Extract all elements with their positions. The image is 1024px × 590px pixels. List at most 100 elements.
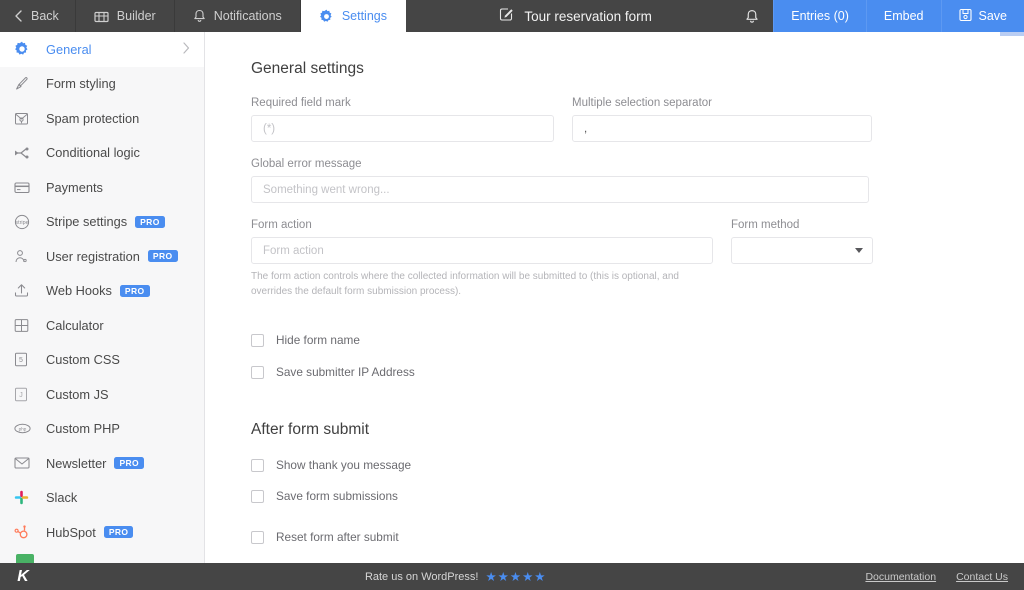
slack-icon <box>14 488 36 508</box>
checkbox-hide-form-name[interactable]: Hide form name <box>251 333 979 347</box>
sidebar-item-label: Calculator <box>46 317 104 333</box>
sidebar-item-label: HubSpot <box>46 524 96 540</box>
checkbox-reset-form-after-submit[interactable]: Reset form after submit <box>251 530 979 544</box>
star-rating[interactable]: ★★★★★ <box>485 569 546 584</box>
embed-button[interactable]: Embed <box>865 0 941 32</box>
tab-notifications-label: Notifications <box>213 9 282 23</box>
sidebar-item-label: Form styling <box>46 76 116 92</box>
checkbox-save-submitter-ip[interactable]: Save submitter IP Address <box>251 365 979 379</box>
notifications-bell-button[interactable] <box>745 0 773 32</box>
tab-builder-label: Builder <box>116 9 156 23</box>
php-icon: php <box>14 419 36 439</box>
sidebar-item-stripe-settings[interactable]: stripe Stripe settings PRO <box>0 205 204 240</box>
checkbox-label: Reset form after submit <box>276 530 399 544</box>
gear-icon <box>14 39 36 59</box>
sidebar-item-hubspot[interactable]: HubSpot PRO <box>0 515 204 550</box>
checkbox-save-form-submissions[interactable]: Save form submissions <box>251 489 979 503</box>
settings-sidebar: General Form styling Spam protection Con… <box>0 32 205 563</box>
sidebar-item-custom-php[interactable]: php Custom PHP <box>0 412 204 447</box>
checkbox-box[interactable] <box>251 530 264 544</box>
sidebar-item-general[interactable]: General <box>0 32 204 67</box>
sidebar-item-label: Stripe settings <box>46 214 128 230</box>
hubspot-icon <box>14 522 36 542</box>
edit-pencil-icon[interactable] <box>499 7 514 25</box>
credit-card-icon <box>14 177 36 197</box>
save-button[interactable]: Save <box>940 0 1024 32</box>
sidebar-item-label: Custom CSS <box>46 352 120 368</box>
field-label: Global error message <box>251 158 362 170</box>
form-action-input[interactable] <box>251 237 713 264</box>
contact-us-link[interactable]: Contact Us <box>956 571 1008 583</box>
sidebar-item-conditional-logic[interactable]: Conditional logic <box>0 136 204 171</box>
form-action-help-text: The form action controls where the colle… <box>251 271 679 297</box>
sidebar-item-web-hooks[interactable]: Web Hooks PRO <box>0 274 204 309</box>
sidebar-item-label: Newsletter <box>46 455 107 471</box>
field-label: Required field mark <box>251 97 351 109</box>
css-icon: 5 <box>14 350 36 370</box>
js-icon: J <box>14 384 36 404</box>
chevron-left-icon <box>14 10 23 22</box>
sidebar-item-label: Payments <box>46 179 103 195</box>
checkbox-label: Save form submissions <box>276 489 398 503</box>
checkbox-box[interactable] <box>251 458 264 472</box>
upload-icon <box>14 281 36 301</box>
documentation-link[interactable]: Documentation <box>865 571 936 583</box>
stripe-icon: stripe <box>14 212 36 232</box>
checkbox-box[interactable] <box>251 333 264 347</box>
sidebar-item-user-registration[interactable]: User registration PRO <box>0 239 204 274</box>
sidebar-item-newsletter[interactable]: Newsletter PRO <box>0 446 204 481</box>
sidebar-item-form-styling[interactable]: Form styling <box>0 67 204 102</box>
gear-icon <box>319 9 334 24</box>
sidebar-item-label: Custom JS <box>46 386 109 402</box>
rate-us-text: Rate us on WordPress! <box>364 570 479 583</box>
tab-notifications[interactable]: Notifications <box>175 0 301 32</box>
form-method-select[interactable] <box>731 237 873 264</box>
required-field-mark-input[interactable] <box>251 115 554 142</box>
field-label: Multiple selection separator <box>572 97 712 109</box>
svg-text:php: php <box>19 427 27 432</box>
form-title-area: Tour reservation form <box>406 0 745 32</box>
sidebar-item-partial[interactable] <box>16 553 34 563</box>
user-icon <box>14 246 36 266</box>
field-form-method: Form method <box>731 219 873 299</box>
sidebar-item-label: Web Hooks <box>46 283 112 299</box>
settings-content-panel: General settings Required field mark Mul… <box>206 32 1024 563</box>
field-global-error-message: Global error message <box>251 158 869 203</box>
sidebar-item-calculator[interactable]: Calculator <box>0 308 204 343</box>
page-title: General settings <box>251 60 364 77</box>
checkbox-box[interactable] <box>251 365 264 379</box>
bell-icon <box>193 9 206 23</box>
field-form-action: Form action The form action controls whe… <box>251 219 713 299</box>
field-row-2: Form action The form action controls whe… <box>251 219 979 315</box>
sidebar-item-custom-css[interactable]: 5 Custom CSS <box>0 343 204 378</box>
footer-links: Documentation Contact Us <box>865 571 1024 583</box>
checkbox-show-thank-you[interactable]: Show thank you message <box>251 458 979 472</box>
pro-badge: PRO <box>114 457 145 470</box>
calculator-icon <box>14 315 36 335</box>
sidebar-item-slack[interactable]: Slack <box>0 481 204 516</box>
footer-bar: K Rate us on WordPress! ★★★★★ Documentat… <box>0 563 1024 590</box>
tab-builder[interactable]: Builder <box>76 0 175 32</box>
sidebar-item-custom-js[interactable]: J Custom JS <box>0 377 204 412</box>
after-form-submit-heading: After form submit <box>251 421 369 438</box>
spam-shield-icon <box>14 108 36 128</box>
builder-icon <box>94 10 109 23</box>
back-button[interactable]: Back <box>0 0 76 32</box>
entries-button[interactable]: Entries (0) <box>773 0 866 32</box>
save-label: Save <box>978 9 1008 23</box>
branch-icon <box>14 143 36 163</box>
svg-text:stripe: stripe <box>15 220 28 226</box>
pro-badge: PRO <box>103 526 134 539</box>
sidebar-item-spam-protection[interactable]: Spam protection <box>0 101 204 136</box>
svg-text:J: J <box>19 392 23 399</box>
checkbox-label: Save submitter IP Address <box>276 365 415 379</box>
multiple-selection-separator-input[interactable] <box>572 115 872 142</box>
pro-badge: PRO <box>147 250 178 263</box>
kali-forms-logo: K <box>17 567 29 585</box>
checkbox-box[interactable] <box>251 489 264 503</box>
tab-settings[interactable]: Settings <box>300 0 406 32</box>
sidebar-item-payments[interactable]: Payments <box>0 170 204 205</box>
rate-us-area: Rate us on WordPress! ★★★★★ <box>46 569 865 584</box>
global-error-message-input[interactable] <box>251 176 869 203</box>
svg-text:5: 5 <box>19 357 23 364</box>
